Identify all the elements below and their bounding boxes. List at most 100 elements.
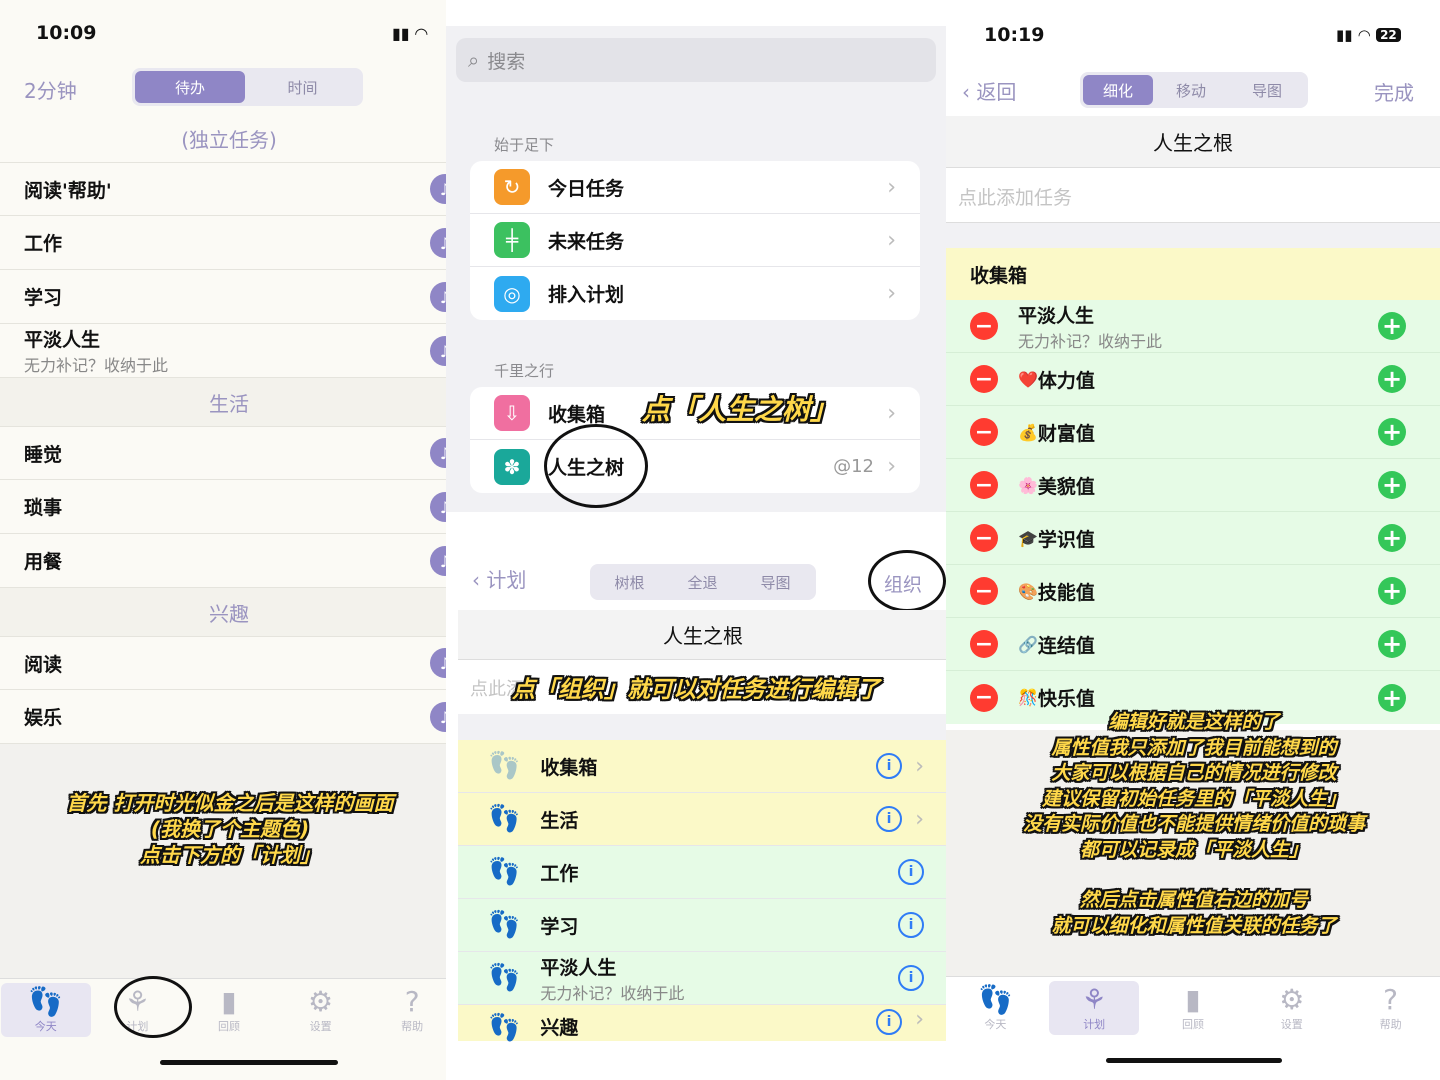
money-bag-icon: 💰 (1018, 422, 1038, 442)
add-icon[interactable]: + (1378, 630, 1406, 658)
tree-row-title: 平淡人生 (540, 956, 617, 979)
footprint-icon: 👣 (977, 982, 1013, 1016)
tree-row[interactable]: 👣 工作 i (458, 846, 948, 899)
seg-collapse[interactable]: 全退 (666, 567, 739, 597)
seg-refine[interactable]: 细化 (1083, 75, 1153, 105)
target-icon: ◎ (494, 275, 530, 312)
tab-settings[interactable]: ⚙ 设置 (1247, 983, 1337, 1032)
add-icon[interactable]: + (1378, 471, 1406, 499)
seg-map[interactable]: 导图 (739, 567, 812, 597)
remove-icon[interactable]: − (970, 630, 998, 658)
footprint-icon: 👣 (488, 857, 521, 887)
status-icons: ▮▮ ◠ 22 (1336, 26, 1401, 44)
screen-organize: 10:19 ▮▮ ◠ 22 ‹ 返回 细化 移动 导图 完成 人生之根 点此添加任… (946, 0, 1440, 1080)
info-icon[interactable]: i (898, 859, 924, 885)
menu-item-schedule[interactable]: ◎ 排入计划 › (470, 267, 920, 320)
battery-indicator: 22 (1376, 28, 1401, 42)
attribute-row[interactable]: − 🌸 美貌值 + (946, 459, 1440, 512)
tree-row[interactable]: 👣 兴趣 i › (458, 1005, 948, 1043)
back-button[interactable]: ‹ 计划 (472, 564, 526, 593)
tree-row[interactable]: 👣 收集箱 i › (458, 740, 948, 793)
attribute-row[interactable]: − 💰 财富值 + (946, 406, 1440, 459)
seg-map[interactable]: 导图 (1229, 75, 1305, 105)
seg-move[interactable]: 移动 (1153, 75, 1229, 105)
remove-icon[interactable]: − (970, 471, 998, 499)
task-row[interactable]: 用餐 (0, 534, 458, 588)
add-icon[interactable]: + (1378, 577, 1406, 605)
tree-row-subtitle: 无力补记？收纳于此 (540, 983, 685, 1003)
task-row[interactable]: 平淡人生 无力补记？收纳于此 (0, 324, 458, 378)
task-row[interactable]: 娱乐 (0, 690, 458, 744)
attribute-title: 体力值 (1037, 369, 1095, 392)
attribute-row[interactable]: − ❤️ 体力值 + (946, 353, 1440, 406)
remove-icon[interactable]: − (970, 365, 998, 393)
task-row[interactable]: 阅读'帮助' (0, 162, 458, 216)
duration-button[interactable]: 2分钟 (24, 75, 77, 104)
search-field[interactable]: ⌕ 搜索 (456, 38, 936, 82)
attribute-row[interactable]: − 🎨 技能值 + (946, 565, 1440, 618)
tab-bar: 👣 今天 ⚘ 计划 ▮ 回顾 ⚙ 设置 ? 帮助 (0, 978, 458, 1040)
attribute-row[interactable]: − 平淡人生 无力补记？收纳于此 + (946, 300, 1440, 353)
add-task-field[interactable]: 点此添加任务 (958, 183, 1072, 210)
info-icon[interactable]: i (876, 1009, 902, 1035)
seg-time[interactable]: 时间 (245, 71, 360, 103)
task-row[interactable]: 阅读 (0, 636, 458, 690)
attribute-title: 连结值 (1037, 634, 1095, 657)
group-label: 千里之行 (494, 362, 555, 380)
attribute-title: 技能值 (1037, 581, 1095, 604)
tree-row[interactable]: 👣 平淡人生 无力补记？收纳于此 i (458, 952, 948, 1005)
palette-icon: 🎨 (1018, 581, 1038, 601)
back-button[interactable]: ‹ 返回 (962, 76, 1016, 105)
tree-row[interactable]: 👣 学习 i (458, 899, 948, 952)
done-button[interactable]: 完成 (1374, 77, 1414, 106)
attribute-row[interactable]: − 🔗 连结值 + (946, 618, 1440, 671)
remove-icon[interactable]: − (970, 418, 998, 446)
seg-todo[interactable]: 待办 (135, 71, 245, 103)
root-title: 人生之根 (946, 116, 1440, 168)
inbox-icon: ⇩ (494, 395, 530, 431)
tab-plan[interactable]: ⚘ 计划 (1049, 980, 1140, 1035)
add-icon[interactable]: + (1378, 418, 1406, 446)
tab-review[interactable]: ▮ 回顾 (1148, 983, 1238, 1032)
highlight-circle (544, 424, 648, 508)
remove-icon[interactable]: − (970, 577, 998, 605)
remove-icon[interactable]: − (970, 524, 998, 552)
menu-item-today[interactable]: ↻ 今日任务 › (470, 161, 920, 214)
add-icon[interactable]: + (1378, 683, 1406, 712)
menu-item-label: 排入计划 (548, 284, 625, 306)
group-label: 始于足下 (494, 136, 555, 154)
remove-icon[interactable]: − (970, 683, 998, 712)
tab-help[interactable]: ? 帮助 (367, 984, 457, 1034)
tab-help[interactable]: ? 帮助 (1346, 983, 1436, 1032)
task-row[interactable]: 学习 (0, 270, 458, 324)
link-icon: 🔗 (1018, 634, 1038, 654)
menu-item-future[interactable]: ╪ 未来任务 › (470, 214, 920, 267)
tab-today[interactable]: 👣 今天 (950, 982, 1040, 1032)
task-row[interactable]: 工作 (0, 216, 458, 270)
tab-settings[interactable]: ⚙ 设置 (276, 985, 366, 1034)
seg-root[interactable]: 树根 (593, 567, 666, 597)
group-header-life: 生活 (0, 378, 458, 426)
info-icon[interactable]: i (876, 753, 902, 779)
graduation-cap-icon: 🎓 (1018, 528, 1038, 548)
home-indicator (1106, 1058, 1282, 1063)
highlight-circle (114, 976, 192, 1038)
add-icon[interactable]: + (1378, 312, 1406, 340)
footprint-icon: 👣 (488, 804, 521, 834)
help-icon: ? (404, 984, 420, 1018)
info-icon[interactable]: i (898, 965, 924, 991)
tree-icon: ✽ (494, 448, 530, 485)
info-icon[interactable]: i (876, 806, 902, 832)
info-icon[interactable]: i (898, 912, 924, 938)
remove-icon[interactable]: − (970, 312, 998, 340)
task-row[interactable]: 琐事 (0, 480, 458, 534)
add-icon[interactable]: + (1378, 365, 1406, 393)
task-row[interactable]: 睡觉 (0, 426, 458, 480)
tab-review[interactable]: ▮ 回顾 (184, 985, 274, 1034)
tree-row[interactable]: 👣 生活 i › (458, 793, 948, 846)
tab-today[interactable]: 👣 今天 (0, 982, 91, 1037)
menu-item-life-tree[interactable]: ✽ 人生之树 @12 › (470, 440, 920, 493)
add-icon[interactable]: + (1378, 524, 1406, 552)
attribute-row[interactable]: − 🎓 学识值 + (946, 512, 1440, 565)
view-segmented: 树根 全退 导图 (590, 564, 816, 600)
